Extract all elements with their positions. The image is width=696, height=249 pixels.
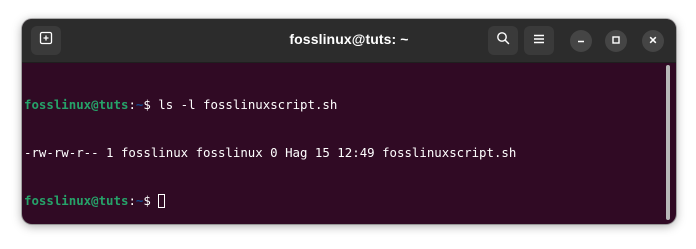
prompt-user-host: fosslinux@tuts <box>24 193 129 208</box>
prompt-user-host: fosslinux@tuts <box>24 97 129 112</box>
search-icon <box>496 31 510 50</box>
terminal-line-command: fosslinux@tuts:~$ ls -l fosslinuxscript.… <box>24 97 664 113</box>
minimize-button[interactable] <box>570 30 592 52</box>
output-text: -rw-rw-r-- 1 fosslinux fosslinux 0 Hag 1… <box>24 145 517 160</box>
terminal-window: fosslinux@tuts: ~ fosslinux@tuts:~$ ls -… <box>22 19 676 224</box>
close-icon <box>648 32 658 50</box>
close-button[interactable] <box>642 30 664 52</box>
scrollbar-thumb[interactable] <box>666 65 670 220</box>
prompt-symbol: $ <box>143 97 159 112</box>
terminal-line-output: -rw-rw-r-- 1 fosslinux fosslinux 0 Hag 1… <box>24 145 664 161</box>
text-cursor <box>158 194 166 208</box>
search-button[interactable] <box>488 26 518 55</box>
hamburger-menu-icon <box>533 32 545 50</box>
maximize-button[interactable] <box>605 30 627 52</box>
maximize-icon <box>611 32 621 50</box>
prompt-separator: : <box>128 193 136 208</box>
scrollbar[interactable] <box>665 65 671 220</box>
prompt-symbol: $ <box>143 193 159 208</box>
prompt-separator: : <box>128 97 136 112</box>
header-bar: fosslinux@tuts: ~ <box>22 19 676 63</box>
command-text: ls -l fosslinuxscript.sh <box>158 97 338 112</box>
terminal-line-prompt: fosslinux@tuts:~$ <box>24 193 664 209</box>
minimize-icon <box>576 32 586 50</box>
terminal-output[interactable]: fosslinux@tuts:~$ ls -l fosslinuxscript.… <box>22 63 664 224</box>
menu-button[interactable] <box>524 26 554 55</box>
